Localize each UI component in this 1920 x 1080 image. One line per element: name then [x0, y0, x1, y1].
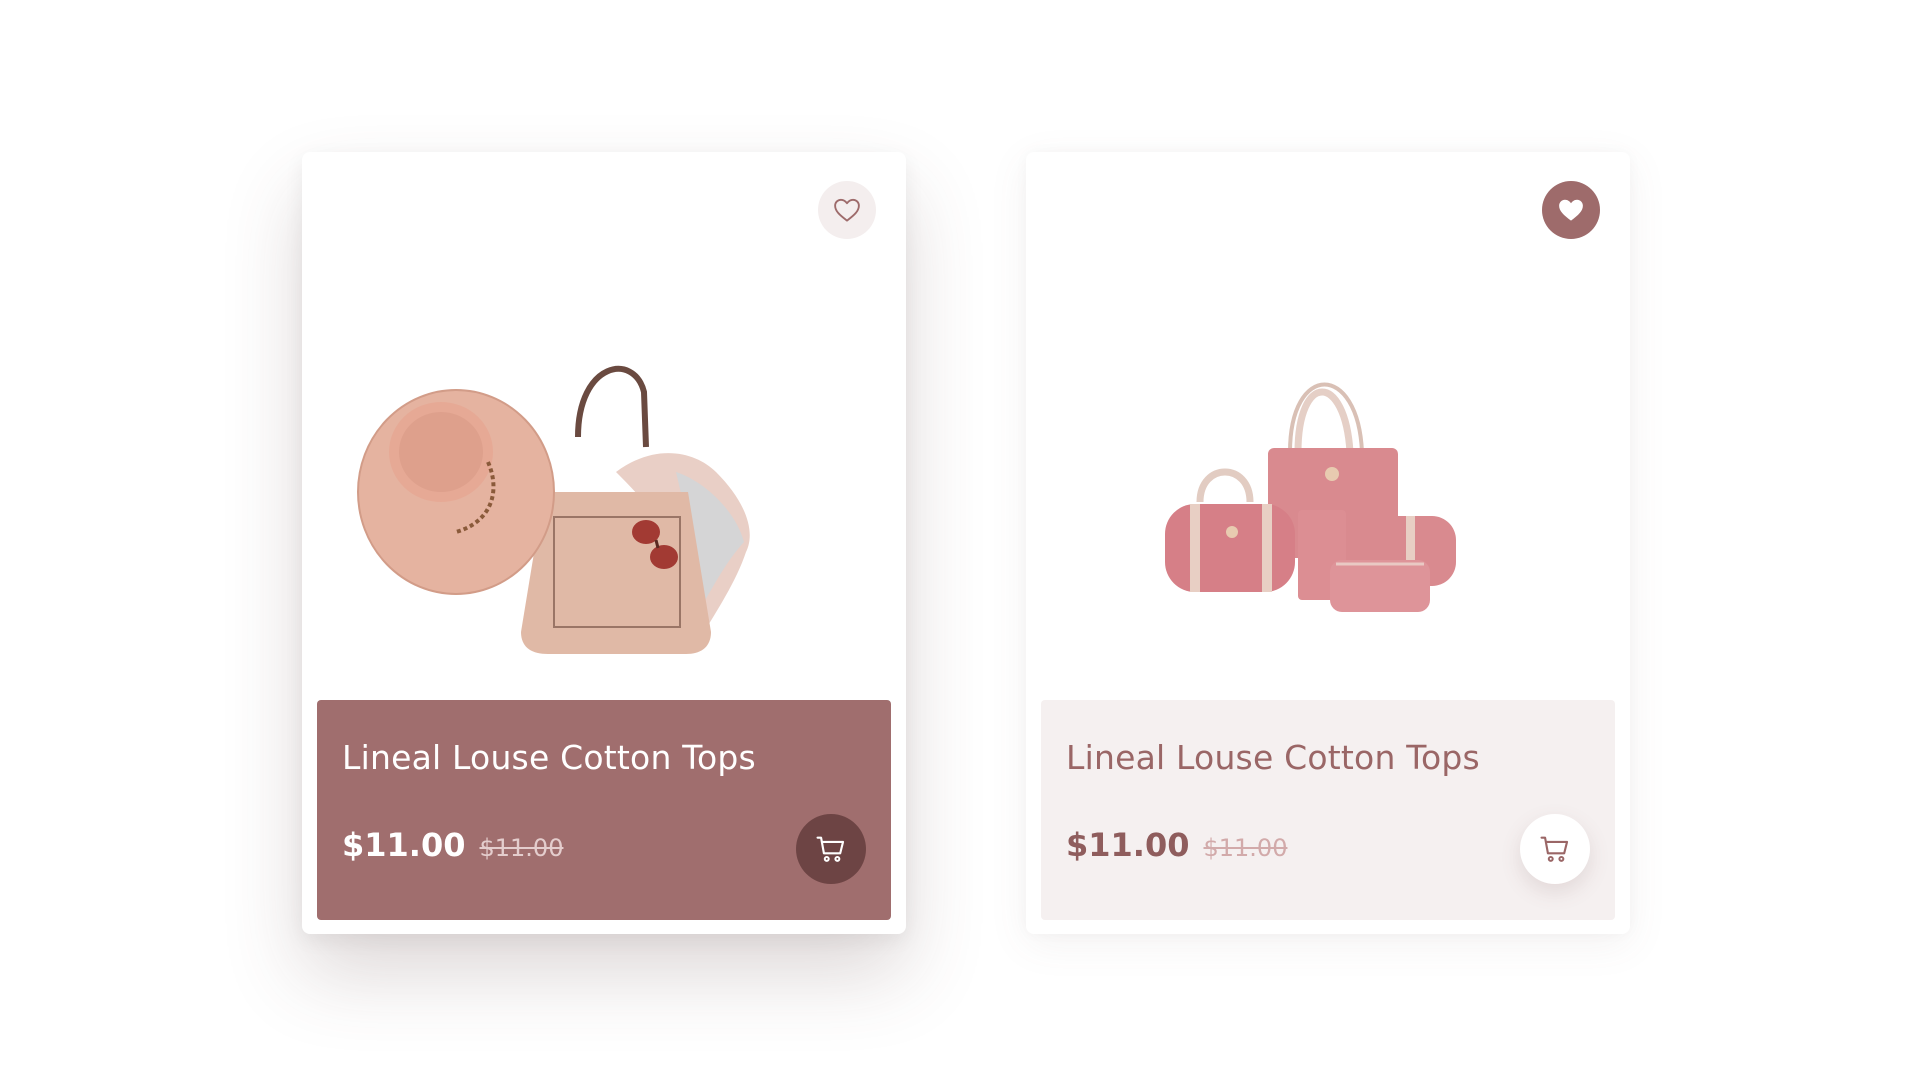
product-title[interactable]: Lineal Louse Cotton Tops	[1066, 738, 1480, 777]
product-info-panel: Lineal Louse Cotton Tops $11.00 $11.00	[1041, 700, 1615, 920]
product-old-price: $11.00	[479, 834, 564, 862]
heart-outline-icon	[834, 198, 860, 222]
product-info-panel: Lineal Louse Cotton Tops $11.00 $11.00	[317, 700, 891, 920]
pink-handbag-set-image	[1165, 382, 1456, 612]
favorite-button[interactable]	[1542, 181, 1600, 239]
favorite-button[interactable]	[818, 181, 876, 239]
product-old-price: $11.00	[1203, 834, 1288, 862]
hat-bag-scarf-image	[357, 365, 750, 654]
product-price: $11.00	[342, 826, 466, 864]
product-image[interactable]	[316, 242, 892, 762]
add-to-cart-button[interactable]	[1520, 814, 1590, 884]
add-to-cart-button[interactable]	[796, 814, 866, 884]
price-row: $11.00 $11.00	[1066, 826, 1287, 864]
product-price: $11.00	[1066, 826, 1190, 864]
product-card[interactable]: Lineal Louse Cotton Tops $11.00 $11.00	[1026, 152, 1630, 934]
heart-filled-icon	[1559, 199, 1583, 221]
price-row: $11.00 $11.00	[342, 826, 563, 864]
shopping-cart-icon	[816, 836, 845, 862]
product-title[interactable]: Lineal Louse Cotton Tops	[342, 738, 756, 777]
product-image[interactable]	[1040, 242, 1616, 762]
shopping-cart-icon	[1540, 836, 1569, 862]
product-grid: Lineal Louse Cotton Tops $11.00 $11.00 L…	[0, 0, 1920, 1080]
product-card[interactable]: Lineal Louse Cotton Tops $11.00 $11.00	[302, 152, 906, 934]
